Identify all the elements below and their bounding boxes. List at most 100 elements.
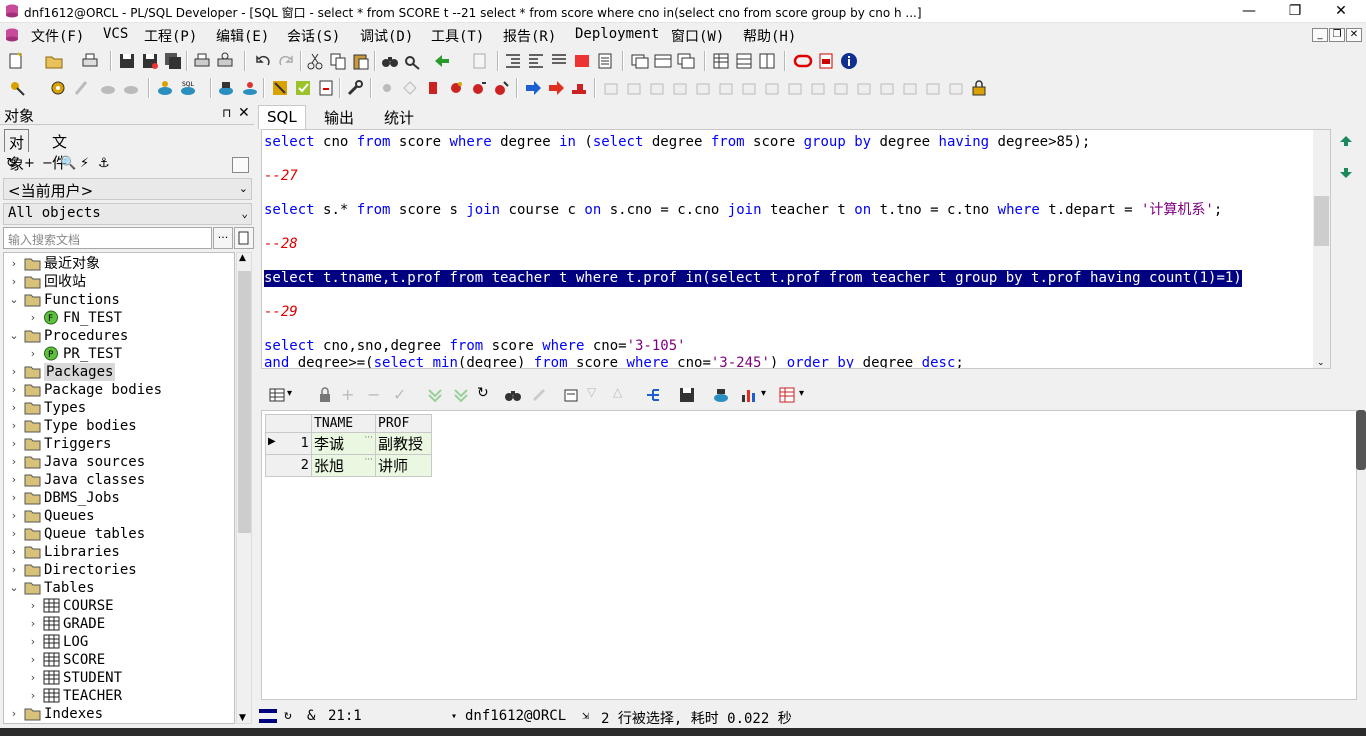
print-setup-icon[interactable] — [80, 51, 100, 71]
tool-i-icon[interactable] — [785, 78, 805, 98]
tree-item[interactable]: › Java classes — [4, 471, 234, 489]
cascade-icon[interactable] — [676, 51, 696, 71]
remove-icon[interactable]: − — [42, 156, 53, 171]
tree-item[interactable]: › Directories — [4, 561, 234, 579]
grid-view-icon[interactable] — [267, 385, 287, 405]
chevron-right-icon[interactable]: › — [8, 437, 20, 450]
cell-tname[interactable]: 张旭 ··· — [311, 454, 376, 477]
tab-statistics[interactable]: 统计 — [376, 105, 422, 129]
status-refresh-icon[interactable]: ↻ — [284, 708, 292, 723]
tab-files[interactable]: 文件 — [48, 129, 71, 172]
chevron-right-icon[interactable]: › — [8, 473, 20, 486]
chevron-right-icon[interactable]: › — [8, 563, 20, 576]
oracle-icon[interactable] — [793, 51, 813, 71]
save-as-icon[interactable] — [140, 51, 160, 71]
tool-l-icon[interactable] — [854, 78, 874, 98]
filter-select[interactable]: All objects ⌄ — [3, 203, 252, 225]
ellipsis-icon[interactable]: ··· — [364, 433, 373, 443]
wrench-icon[interactable] — [345, 78, 365, 98]
chevron-right-icon[interactable]: › — [8, 383, 20, 396]
cell-prof[interactable]: 讲师 — [375, 454, 432, 477]
tree-item[interactable]: › Queue tables — [4, 525, 234, 543]
gear-icon[interactable] — [48, 78, 68, 98]
tree-item[interactable]: ⌄ Functions — [4, 291, 234, 309]
menu-session[interactable]: 会话(S) — [287, 26, 340, 46]
indent-icon[interactable] — [503, 51, 523, 71]
step-into-icon[interactable] — [446, 78, 466, 98]
column-header-prof[interactable]: PROF — [375, 414, 432, 433]
breakpoint-icon[interactable] — [423, 78, 443, 98]
session-icon[interactable] — [711, 51, 731, 71]
tool-d-icon[interactable] — [670, 78, 690, 98]
tree-item[interactable]: › F FN_TEST — [4, 309, 234, 327]
tab-objects[interactable]: 对象 — [4, 129, 30, 173]
info-icon[interactable] — [839, 51, 859, 71]
restore-button[interactable]: ❐ — [1272, 0, 1318, 23]
chevron-right-icon[interactable]: › — [27, 617, 39, 630]
binoculars-icon[interactable]: 🔍 — [60, 156, 76, 171]
tree-item[interactable]: › Indexes — [4, 705, 234, 723]
refresh-icon[interactable]: ↻ — [6, 156, 17, 171]
layout-icon[interactable] — [757, 51, 777, 71]
user-icon[interactable] — [240, 78, 260, 98]
row-number[interactable]: 2 — [265, 454, 312, 477]
arrow-right-red-icon[interactable] — [546, 78, 566, 98]
mdi-minimize-button[interactable]: _ — [1312, 28, 1328, 42]
redo-icon[interactable] — [276, 51, 296, 71]
connection-tree-icon[interactable] — [643, 385, 663, 405]
search-go-button[interactable] — [234, 227, 254, 249]
ellipsis-icon[interactable]: ··· — [364, 455, 373, 465]
clear-icon[interactable] — [529, 385, 549, 405]
mdi-restore-button[interactable]: ❐ — [1329, 28, 1345, 42]
menu-file[interactable]: 文件(F) — [31, 26, 84, 46]
tool-n-icon[interactable] — [900, 78, 920, 98]
lock-icon[interactable] — [969, 78, 989, 98]
report-icon[interactable] — [293, 78, 313, 98]
tab-sql[interactable]: SQL — [258, 105, 306, 129]
tree-item[interactable]: › Triggers — [4, 435, 234, 453]
chevron-right-icon[interactable]: › — [8, 509, 20, 522]
comment-icon[interactable] — [549, 51, 569, 71]
stop-icon[interactable] — [569, 78, 589, 98]
step-out-icon[interactable] — [492, 78, 512, 98]
tool-k-icon[interactable] — [831, 78, 851, 98]
chevron-right-icon[interactable]: › — [8, 257, 20, 270]
query-by-example-icon[interactable] — [561, 385, 581, 405]
print-preview-icon[interactable] — [215, 51, 235, 71]
format-icon[interactable] — [595, 51, 615, 71]
code-line[interactable]: select cno from score where degree in (s… — [264, 134, 1090, 151]
arrow-down-icon[interactable] — [1338, 166, 1354, 180]
object-tree[interactable]: › 最近对象 › 回收站 ⌄ Functions › F FN_TEST ⌄ Procedures ›… — [3, 252, 235, 724]
filter-up-icon[interactable]: △ — [613, 385, 633, 405]
sql-icon[interactable]: SQL — [178, 78, 198, 98]
scroll-down-icon[interactable]: ▼ — [239, 713, 246, 723]
tree-item[interactable]: › 回收站 — [4, 273, 234, 291]
tool-c-icon[interactable] — [647, 78, 667, 98]
table-row[interactable]: 2 张旭 ··· 讲师 — [265, 454, 432, 477]
result-grid-area[interactable]: TNAME PROF ▶ 1 李诚 ··· 副教授 2 张旭 ··· 讲师 — [261, 410, 1357, 700]
menu-vcs[interactable]: VCS — [103, 26, 128, 42]
code-comment[interactable]: --29 — [264, 304, 298, 321]
menu-debug[interactable]: 调试(D) — [360, 26, 413, 46]
database-icon[interactable] — [216, 78, 236, 98]
cell-prof[interactable]: 副教授 — [375, 432, 432, 455]
menu-project[interactable]: 工程(P) — [144, 26, 197, 46]
brush-icon[interactable] — [72, 78, 92, 98]
code-line[interactable]: select t.tname,t.prof from teacher t whe… — [264, 270, 1242, 287]
tree-item[interactable]: › Libraries — [4, 543, 234, 561]
chevron-right-icon[interactable]: › — [8, 491, 20, 504]
code-comment[interactable]: --27 — [264, 168, 298, 185]
tree-item[interactable]: › LOG — [4, 633, 234, 651]
toggle-box[interactable] — [232, 157, 249, 173]
export-db-icon[interactable] — [711, 385, 731, 405]
code-line[interactable]: and degree>=(select min(degree) from sco… — [264, 355, 964, 368]
chevron-right-icon[interactable]: › — [27, 671, 39, 684]
table-row[interactable]: ▶ 1 李诚 ··· 副教授 — [265, 432, 432, 455]
tree-item[interactable]: › Queues — [4, 507, 234, 525]
tree-item[interactable]: › 最近对象 — [4, 255, 234, 273]
chevron-right-icon[interactable]: › — [8, 419, 20, 432]
tree-item[interactable]: › Type bodies — [4, 417, 234, 435]
rollback-icon[interactable] — [121, 78, 141, 98]
search-input[interactable]: 输入搜索文档 — [3, 227, 212, 249]
tree-item[interactable]: › SCORE — [4, 651, 234, 669]
